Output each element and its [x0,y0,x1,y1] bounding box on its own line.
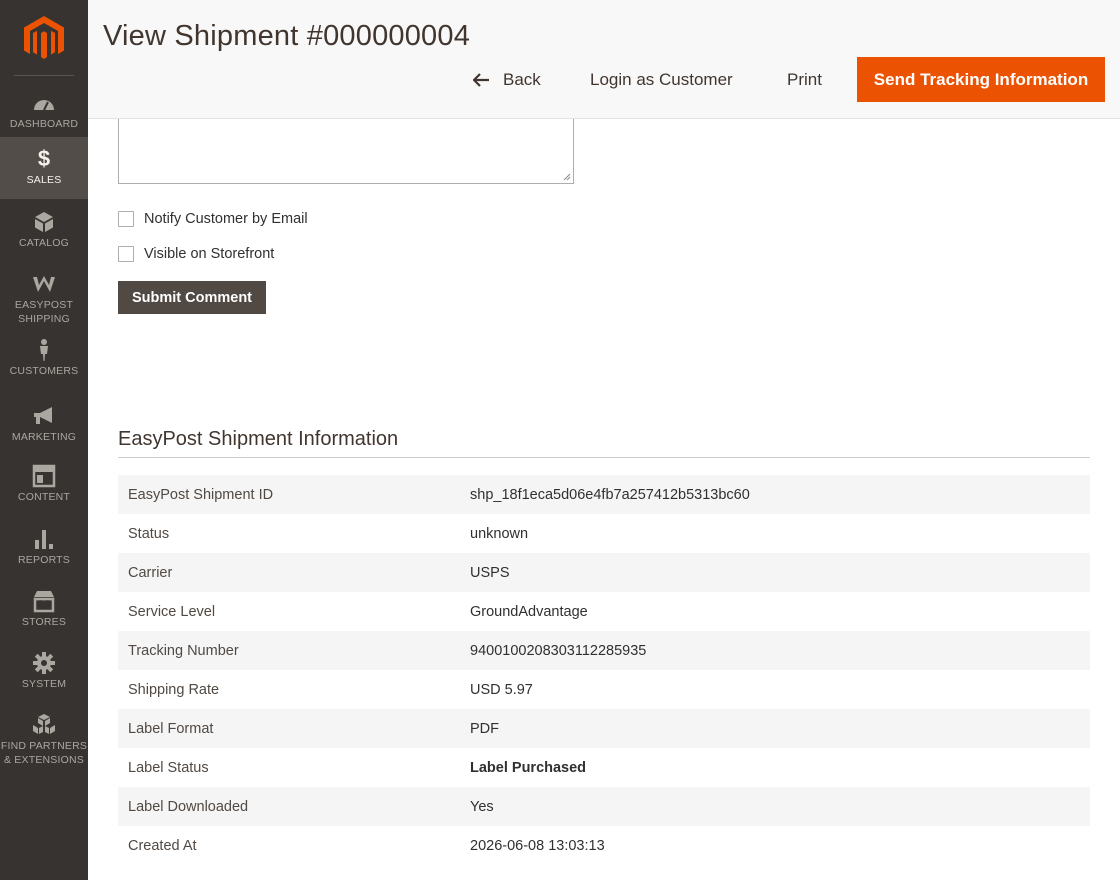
row-key: Service Level [128,603,216,620]
sidebar-divider [14,75,74,76]
sidebar-item-dashboard[interactable]: DASHBOARD [0,80,88,142]
login-as-customer-button[interactable]: Login as Customer [590,57,733,102]
sidebar-item-content[interactable]: CONTENT [0,454,88,516]
row-key: Tracking Number [128,642,239,659]
store-icon [33,591,55,613]
sidebar-item-label-line2: SHIPPING [18,313,70,325]
sidebar-item-label: CATALOG [18,237,70,249]
person-icon [40,339,48,361]
row-key: Label Status [128,759,209,776]
sidebar-item-label-line2: & EXTENSIONS [3,754,84,766]
sidebar-item-label: STORES [21,616,67,628]
admin-sidebar: DASHBOARD $ SALES CATALOG EASYPOST SHIPP… [0,0,88,880]
easypost-info-table: EasyPost Shipment ID shp_18f1eca5d06e4fb… [118,475,1090,865]
visible-on-storefront-checkbox[interactable] [118,246,134,262]
row-value: Yes [470,798,494,815]
dollar-icon: $ [37,146,51,171]
sidebar-item-catalog[interactable]: CATALOG [0,199,88,261]
sidebar-item-customers[interactable]: CUSTOMERS [0,330,88,392]
sidebar-item-marketing[interactable]: MARKETING [0,392,88,454]
notify-customer-label: Notify Customer by Email [144,211,308,227]
notify-customer-checkbox[interactable] [118,211,134,227]
send-tracking-information-button[interactable]: Send Tracking Information [857,57,1105,102]
sidebar-item-label: SYSTEM [21,678,67,690]
sidebar-item-label: SALES [26,174,62,186]
table-row: Service Level GroundAdvantage [118,592,1090,631]
sidebar-item-label: REPORTS [18,554,70,566]
easypost-icon [33,276,55,292]
magento-logo[interactable] [24,16,64,60]
row-value: 2026-06-08 13:03:13 [470,837,605,854]
table-row: Label Downloaded Yes [118,787,1090,826]
gear-icon [33,652,55,674]
sidebar-item-label: FIND PARTNERS [0,740,88,752]
table-row: EasyPost Shipment ID shp_18f1eca5d06e4fb… [118,475,1090,514]
table-row: Carrier USPS [118,553,1090,592]
sidebar-item-label: CONTENT [17,491,71,503]
resize-grip-icon[interactable] [563,173,571,181]
sidebar-item-easypost-shipping[interactable]: EASYPOST SHIPPING [0,261,88,329]
sidebar-item-sales[interactable]: $ SALES [0,137,88,199]
megaphone-icon [34,407,52,424]
section-divider [118,457,1090,458]
back-button[interactable]: Back [473,57,541,102]
sidebar-item-system[interactable]: SYSTEM [0,640,88,702]
easypost-section-title: EasyPost Shipment Information [118,428,399,450]
sidebar-item-reports[interactable]: REPORTS [0,516,88,578]
row-value: 9400100208303112285935 [470,642,647,659]
sidebar-item-label: DASHBOARD [9,118,79,130]
submit-comment-button[interactable]: Submit Comment [118,281,266,314]
label-status-value: Label Purchased [470,759,587,776]
visible-on-storefront-label: Visible on Storefront [144,246,275,262]
row-key: Carrier [128,564,173,581]
row-key: Status [128,525,170,542]
table-row: Label Format PDF [118,709,1090,748]
row-value: GroundAdvantage [470,603,588,620]
row-key: EasyPost Shipment ID [128,486,274,503]
visible-on-storefront-option[interactable]: Visible on Storefront [118,246,274,262]
row-key: Shipping Rate [128,681,220,698]
layout-icon [32,464,56,488]
print-button[interactable]: Print [787,57,822,102]
box-icon [35,212,53,232]
row-key: Label Format [128,720,214,737]
sidebar-item-stores[interactable]: STORES [0,578,88,640]
cubes-icon [33,714,55,734]
page-title: View Shipment #000000004 [103,20,471,52]
row-key: Label Downloaded [128,798,249,815]
table-row: Tracking Number 9400100208303112285935 [118,631,1090,670]
bar-chart-icon [35,530,53,549]
back-button-label: Back [503,69,541,89]
page-header: View Shipment #000000004 Back Login as C… [88,0,1120,119]
arrow-left-icon [473,72,489,87]
row-value: unknown [470,525,529,542]
dashboard-icon [34,100,54,111]
table-row: Status unknown [118,514,1090,553]
comment-textarea[interactable] [118,119,574,184]
table-row: Shipping Rate USD 5.97 [118,670,1090,709]
row-key: Created At [128,837,197,854]
notify-customer-option[interactable]: Notify Customer by Email [118,211,308,227]
sidebar-item-label: CUSTOMERS [9,365,79,377]
row-value: PDF [470,720,499,737]
sidebar-item-label: EASYPOST [14,299,74,311]
row-value: shp_18f1eca5d06e4fb7a257412b5313bc60 [470,486,750,503]
row-value: USPS [470,564,510,581]
table-row: Created At 2026-06-08 13:03:13 [118,826,1090,865]
sidebar-item-find-partners[interactable]: FIND PARTNERS & EXTENSIONS [0,702,88,772]
table-row: Label Status Label Purchased [118,748,1090,787]
sidebar-item-label: MARKETING [11,431,77,443]
row-value: USD 5.97 [470,681,533,698]
